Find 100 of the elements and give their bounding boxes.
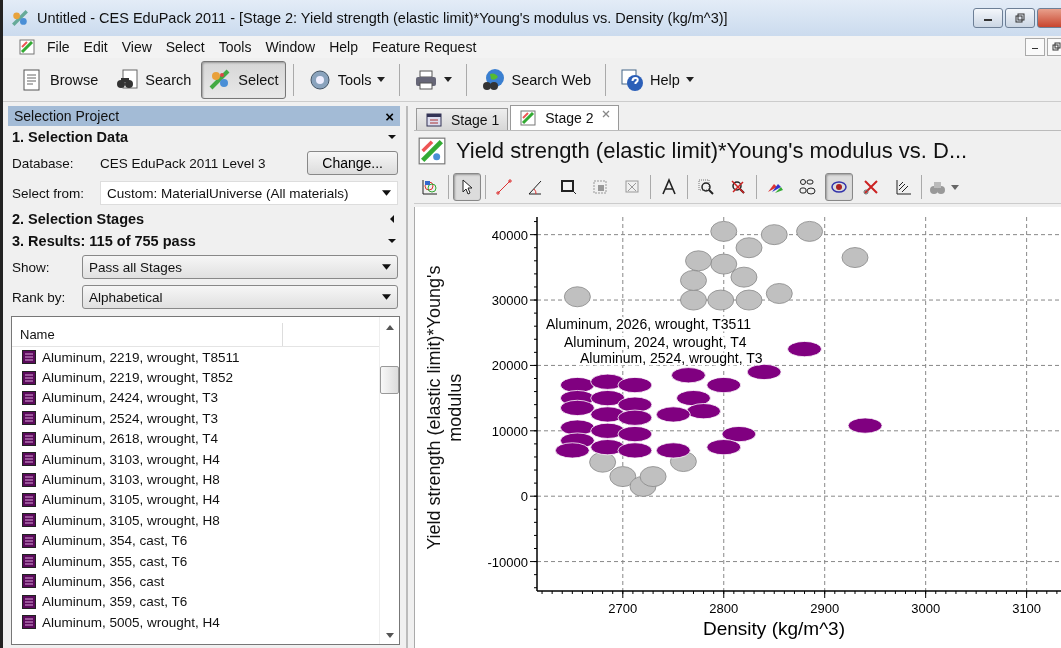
caret-icon — [685, 77, 694, 82]
restore-icon — [1052, 42, 1061, 52]
field-label: Database: — [12, 155, 75, 171]
record-icon — [22, 594, 36, 609]
stage-tab[interactable]: Stage 1 — [416, 108, 509, 130]
result-item[interactable]: Aluminum, 3103, wrought, H8 — [42, 472, 220, 488]
result-item[interactable]: Aluminum, 359, cast, T6 — [42, 594, 188, 610]
tick-label: 2700 — [608, 601, 638, 616]
tick-label: 2800 — [709, 601, 739, 616]
stage-tab[interactable]: Stage 2 — [510, 105, 619, 130]
restore-button[interactable] — [1047, 38, 1061, 56]
zoom-icon — [697, 178, 715, 196]
result-item[interactable]: Aluminum, 3103, wrought, H4 — [42, 451, 220, 467]
eye-tool-button[interactable] — [825, 173, 853, 201]
cross-icon — [862, 178, 880, 196]
rank-by-dropdown[interactable]: Alphabetical — [82, 285, 398, 309]
record-icon — [22, 492, 36, 507]
menu-item[interactable]: View — [115, 39, 160, 55]
scroll-up-icon[interactable] — [385, 325, 394, 330]
tick-label: 30000 — [491, 293, 528, 309]
browse-button[interactable]: Browse — [13, 60, 106, 99]
result-item[interactable]: Aluminum, 2424, wrought, T3 — [42, 390, 219, 406]
menu-item[interactable]: Help — [323, 39, 366, 55]
record-icon — [22, 431, 36, 446]
menu-item[interactable]: Window — [259, 39, 324, 55]
menu-item[interactable]: Tools — [212, 39, 260, 55]
printer-icon — [414, 67, 439, 92]
tick-label: -10000 — [487, 554, 528, 570]
scroll-thumb[interactable] — [380, 366, 399, 394]
restore-button[interactable] — [1005, 8, 1035, 28]
close-button[interactable]: × — [385, 107, 394, 125]
delete-icon — [623, 178, 641, 196]
result-item[interactable]: Aluminum, 2524, wrought, T3 — [42, 410, 219, 426]
result-item[interactable]: Aluminum, 5005, wrought, H4 — [42, 614, 220, 630]
eye-icon — [830, 178, 848, 196]
section-header[interactable]: 1. Selection Data — [8, 126, 400, 148]
section-header[interactable]: 2. Selection Stages — [8, 208, 400, 230]
section-header[interactable]: 3. Results: 115 of 755 pass — [8, 230, 400, 252]
tick-label: 3000 — [911, 601, 941, 616]
menu-item[interactable]: Edit — [77, 39, 116, 55]
result-item[interactable]: Aluminum, 2219, wrought, T8511 — [42, 349, 240, 365]
result-item[interactable]: Aluminum, 355, cast, T6 — [42, 553, 188, 569]
tick-label: 0 — [520, 489, 528, 505]
record-icon — [22, 533, 36, 548]
result-item[interactable]: Aluminum, 2219, wrought, T852 — [42, 370, 234, 386]
web-button[interactable]: Search Web — [474, 60, 598, 99]
record-icon — [22, 472, 36, 487]
result-item[interactable]: Aluminum, 356, cast — [42, 574, 165, 589]
caret-icon — [382, 294, 391, 300]
caret-icon — [377, 77, 386, 82]
scrollbar[interactable] — [379, 317, 399, 644]
axis-label: Yield strength (elastic limit)*Young's modulus — [423, 264, 466, 552]
rectangle-icon — [559, 178, 577, 196]
pointer-tool-button[interactable] — [453, 173, 481, 201]
letter-icon — [660, 178, 678, 196]
tick-label: 40000 — [491, 227, 528, 243]
record-icon — [22, 452, 36, 467]
result-item[interactable]: Aluminum, 2618, wrought, T4 — [42, 431, 219, 447]
change-button[interactable]: Change... — [307, 151, 398, 175]
globe-icon — [481, 67, 506, 92]
restore-icon — [1015, 13, 1025, 23]
help-button[interactable]: Help — [613, 60, 701, 99]
result-item[interactable]: Aluminum, 3105, wrought, H8 — [42, 512, 220, 528]
chart-title: Yield strength (elastic limit)*Young's modulus vs. D... — [456, 138, 968, 164]
column-header[interactable]: Name — [12, 323, 283, 346]
app-icon — [19, 39, 35, 55]
caret-icon — [444, 77, 453, 82]
scroll-down-icon[interactable] — [385, 633, 394, 638]
record-icon — [22, 350, 36, 365]
caret-icon — [382, 264, 391, 270]
expand-arrow-icon — [388, 133, 396, 141]
table-icon — [425, 111, 443, 128]
field-label: Show: — [12, 259, 51, 275]
minimize-button[interactable] — [973, 8, 1003, 28]
record-icon — [22, 513, 36, 528]
result-item[interactable]: Aluminum, 354, cast, T6 — [42, 533, 188, 549]
tick-label: 2900 — [810, 601, 840, 616]
chart-icon — [519, 110, 538, 126]
result-item[interactable]: Aluminum, 3105, wrought, H4 — [42, 492, 220, 508]
zoom-off-icon — [729, 178, 747, 196]
record-icon — [22, 554, 36, 569]
close-icon[interactable] — [601, 110, 610, 118]
select-button[interactable]: Select — [201, 60, 286, 99]
caret-icon — [382, 190, 391, 196]
search-button[interactable]: Search — [108, 60, 199, 99]
record-icon — [22, 411, 36, 426]
record-icon — [22, 574, 36, 589]
chart-icon — [421, 178, 439, 196]
menu-item[interactable]: Select — [159, 39, 213, 55]
shapes-icon — [798, 178, 816, 196]
tick-label: 10000 — [491, 423, 528, 439]
tools-button[interactable]: Tools — [300, 60, 393, 99]
expand-arrow-icon — [388, 237, 396, 245]
record-icon — [22, 370, 36, 385]
menu-item[interactable]: File — [41, 39, 78, 55]
field-label: Rank by: — [12, 289, 67, 305]
selection-icon — [591, 178, 609, 196]
select-from-dropdown[interactable]: Custom: MaterialUniverse (All materials) — [100, 181, 398, 205]
show-dropdown[interactable]: Pass all Stages — [82, 255, 398, 279]
menu-item[interactable]: Feature Request — [366, 39, 485, 55]
